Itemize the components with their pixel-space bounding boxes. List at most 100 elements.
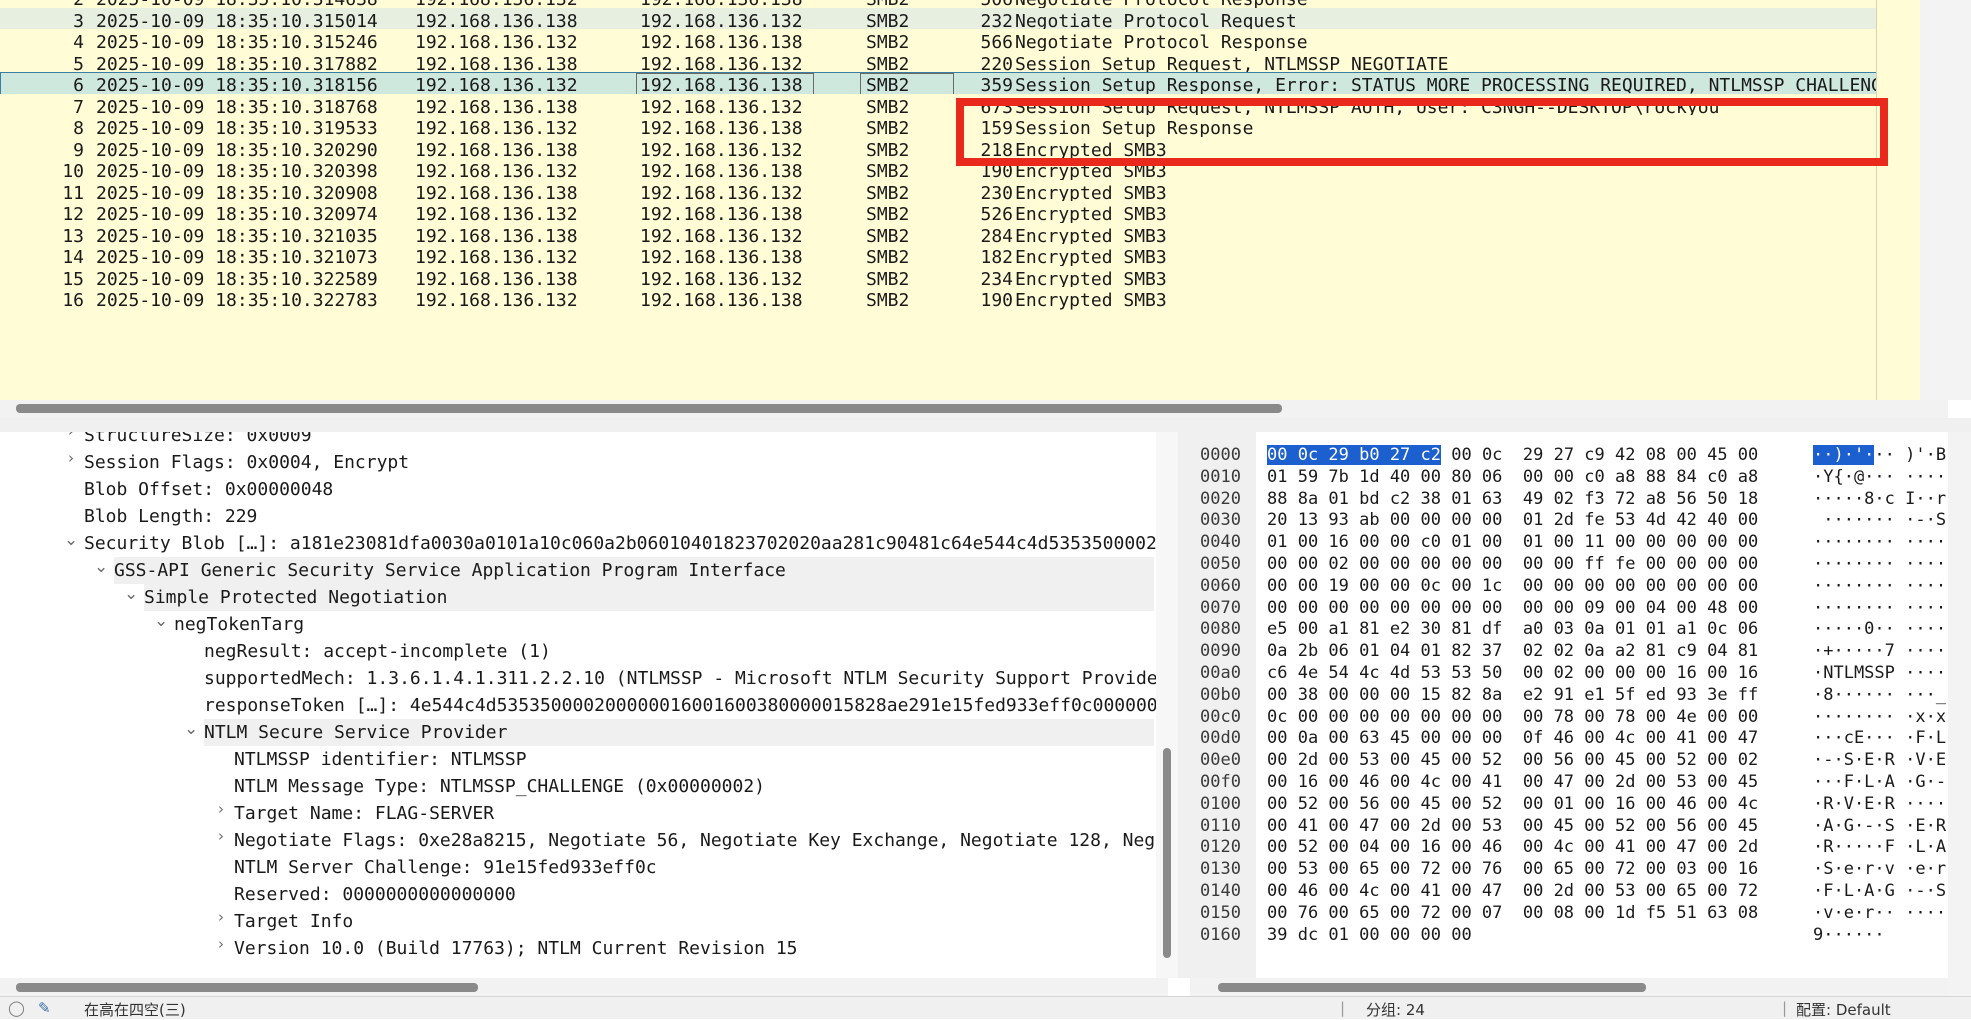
hex-ascii-row[interactable]: ·R·····F ·L·A [1813, 836, 1946, 858]
collapse-chevron-icon[interactable]: ⌄ [94, 557, 108, 584]
hex-bytes-row[interactable]: 00 38 00 00 00 15 82 8a e2 91 e1 5f ed 9… [1267, 684, 1758, 706]
hex-ascii-row[interactable]: ·A·G·-·S ·E·R [1813, 815, 1946, 837]
detail-tree-item[interactable]: Target Info [234, 908, 353, 935]
detail-tree-item[interactable]: Reserved: 0000000000000000 [234, 881, 516, 908]
hex-ascii-row[interactable]: ·v·e·r·· ······ [1813, 902, 1948, 924]
hex-bytes-row[interactable]: 00 41 00 47 00 2d 00 53 00 45 00 52 00 5… [1267, 815, 1758, 837]
hex-bytes-row[interactable]: 00 52 00 04 00 16 00 46 00 4c 00 41 00 4… [1267, 836, 1758, 858]
detail-tree-item[interactable]: StructureSize: 0x0009 [84, 432, 312, 449]
hex-ascii-row[interactable]: ········ ······ [1813, 575, 1948, 597]
detail-tree-item[interactable]: NTLM Secure Service Provider [204, 719, 1154, 746]
hex-bytes-row[interactable]: 0a 2b 06 01 04 01 82 37 02 02 0a a2 81 c… [1267, 640, 1758, 662]
packet-list-horizontal-scrollbar[interactable] [0, 400, 1948, 418]
detail-tree-item[interactable]: NTLM Message Type: NTLMSSP_CHALLENGE (0x… [234, 773, 765, 800]
expand-chevron-icon[interactable]: › [64, 449, 78, 476]
hex-bytes-row[interactable]: 20 13 93 ab 00 00 00 00 01 2d fe 53 4d 4… [1267, 509, 1758, 531]
hex-ascii-row[interactable]: ·+·····7 ······ [1813, 640, 1948, 662]
hex-ascii-row[interactable]: ·F·L·A·G ·-·S [1813, 880, 1946, 902]
hex-bytes-row[interactable]: 01 00 16 00 00 c0 01 00 01 00 11 00 00 0… [1267, 531, 1758, 553]
hex-bytes-row[interactable]: 00 53 00 65 00 72 00 76 00 65 00 72 00 0… [1267, 858, 1758, 880]
hex-offset: 00a0 [1200, 663, 1241, 683]
hex-bytes-row[interactable]: 00 2d 00 53 00 45 00 52 00 56 00 45 00 5… [1267, 749, 1758, 771]
hex-bytes-row[interactable]: 0c 00 00 00 00 00 00 00 00 78 00 78 00 4… [1267, 706, 1758, 728]
packet-details-tree[interactable]: ›StructureSize: 0x0009›Session Flags: 0x… [0, 432, 1168, 978]
hex-ascii-row[interactable]: ········ ·x·x [1813, 706, 1946, 728]
detail-tree-item[interactable]: Security Blob […]: a181e23081dfa0030a010… [84, 530, 1168, 557]
packet-list[interactable]: 22025-10-09 18:35:10.314638192.168.136.1… [0, 0, 1920, 400]
status-bar: ◯ ✎ 在高在四空(三) | 分组: 24 | 配置: Default [0, 996, 1971, 1019]
hex-ascii-row[interactable]: ·····8·c I··r [1813, 488, 1946, 510]
detail-tree-item[interactable]: Negotiate Flags: 0xe28a8215, Negotiate 5… [234, 827, 1166, 854]
hex-bytes-row[interactable]: 00 46 00 4c 00 41 00 47 00 2d 00 53 00 6… [1267, 880, 1758, 902]
detail-tree-item[interactable]: Blob Length: 229 [84, 503, 257, 530]
hex-ascii-row[interactable]: ········ ······ [1813, 597, 1948, 619]
hex-ascii-row[interactable]: ·8······ ···_ [1813, 684, 1946, 706]
hex-bytes-row[interactable]: 00 76 00 65 00 72 00 07 00 08 00 1d f5 5… [1267, 902, 1758, 924]
status-profile[interactable]: 配置: Default [1796, 999, 1891, 1020]
hex-ascii-row[interactable]: ·Y{·@··· ······ [1813, 466, 1948, 488]
hex-ascii-row[interactable]: ······· ·-·S [1813, 509, 1946, 531]
collapse-chevron-icon[interactable]: ⌄ [184, 719, 198, 746]
collapse-chevron-icon[interactable]: ⌄ [64, 530, 78, 557]
hex-offset: 00c0 [1200, 706, 1241, 727]
packet-list-vertical-scrollbar[interactable] [1876, 0, 1920, 400]
hex-ascii-row[interactable]: ·R·V·E·R ····· [1813, 793, 1948, 815]
hex-bytes-row[interactable]: 01 59 7b 1d 40 00 80 06 00 00 c0 a8 88 8… [1267, 466, 1758, 488]
hex-ascii-row[interactable]: ·-·S·E·R ·V·E [1813, 749, 1946, 771]
collapse-chevron-icon[interactable]: ⌄ [124, 584, 138, 611]
hex-bytes-row[interactable]: 00 52 00 56 00 45 00 52 00 01 00 16 00 4… [1267, 793, 1758, 815]
hex-ascii-row[interactable]: ········ ······ [1813, 531, 1948, 553]
packet-row[interactable]: 16 2025-10-09 18:35:10.322783 192.168.136.… [0, 287, 1878, 314]
packet-bytes-pane[interactable]: 0000 0010 0020 0030 0040 0050 0060 0070 0080 0090… [1190, 432, 1948, 978]
hex-bytes-row[interactable]: 00 00 19 00 00 0c 00 1c 00 00 00 00 00 0… [1267, 575, 1758, 597]
bytes-horizontal-scrollbar[interactable] [1190, 978, 1948, 996]
hex-bytes-row[interactable]: 00 00 02 00 00 00 00 00 00 00 ff fe 00 0… [1267, 553, 1758, 575]
detail-tree-item[interactable]: Blob Offset: 0x00000048 [84, 476, 333, 503]
capture-file-icon[interactable]: ✎ [38, 999, 51, 1017]
detail-tree-item[interactable]: Session Flags: 0x0004, Encrypt [84, 449, 409, 476]
pane-divider[interactable] [1178, 432, 1190, 978]
hex-ascii-row[interactable]: ·····0·· ······ [1813, 618, 1948, 640]
hex-ascii-row[interactable]: ·S·e·r·v ·e·r [1813, 858, 1946, 880]
hex-ascii-row[interactable]: 9······ [1813, 924, 1885, 946]
expand-chevron-icon[interactable]: › [64, 432, 78, 449]
expand-chevron-icon[interactable]: › [214, 800, 228, 827]
hex-bytes-row[interactable]: 00 16 00 46 00 4c 00 41 00 47 00 2d 00 5… [1267, 771, 1758, 793]
hex-bytes-row[interactable]: e5 00 a1 81 e2 30 81 df a0 03 0a 01 01 a… [1267, 618, 1758, 640]
selected-ascii[interactable]: ··)·'· [1813, 445, 1875, 465]
hex-bytes-row[interactable]: c6 4e 54 4c 4d 53 53 50 00 02 00 00 00 1… [1267, 662, 1758, 684]
detail-tree-item[interactable]: GSS-API Generic Security Service Applica… [114, 557, 1154, 584]
hex-ascii-row[interactable]: ········ ······ [1813, 553, 1948, 575]
expand-chevron-icon[interactable]: › [214, 827, 228, 854]
hex-ascii-row[interactable]: ··)·'··· )'·B [1813, 444, 1946, 466]
detail-tree-item[interactable]: Version 10.0 (Build 17763); NTLM Current… [234, 935, 798, 962]
detail-tree-item[interactable]: responseToken […]: 4e544c4d5353500002000… [204, 692, 1158, 719]
hex-bytes-row[interactable]: 39 dc 01 00 00 00 00 [1267, 924, 1472, 946]
status-ready-icon[interactable]: ◯ [8, 999, 25, 1017]
hex-bytes-row[interactable]: 88 8a 01 bd c2 38 01 63 49 02 f3 72 a8 5… [1267, 488, 1758, 510]
scrollbar-thumb[interactable] [1163, 748, 1171, 958]
scrollbar-thumb[interactable] [16, 404, 1282, 413]
details-vertical-scrollbar[interactable] [1156, 432, 1178, 978]
expand-chevron-icon[interactable]: › [214, 908, 228, 935]
scrollbar-thumb[interactable] [1218, 983, 1646, 992]
detail-tree-item[interactable]: Target Name: FLAG-SERVER [234, 800, 494, 827]
hex-ascii-row[interactable]: ···cE··· ·F·L [1813, 727, 1946, 749]
selected-bytes[interactable]: 00 0c 29 b0 27 c2 [1267, 445, 1441, 465]
expand-chevron-icon[interactable]: › [214, 935, 228, 962]
detail-tree-item[interactable]: negTokenTarg [174, 611, 304, 638]
pane-splitter[interactable] [0, 418, 1971, 432]
hex-ascii-row[interactable]: ·NTLMSSP ······ [1813, 662, 1948, 684]
details-horizontal-scrollbar[interactable] [0, 978, 1168, 996]
hex-bytes-row[interactable]: 00 00 00 00 00 00 00 00 00 00 09 00 04 0… [1267, 597, 1758, 619]
detail-tree-item[interactable]: negResult: accept-incomplete (1) [204, 638, 551, 665]
hex-bytes-row[interactable]: 00 0c 29 b0 27 c2 00 0c 29 27 c9 42 08 0… [1267, 444, 1758, 466]
scrollbar-thumb[interactable] [16, 983, 478, 992]
hex-ascii-row[interactable]: ···F·L·A ·G·- [1813, 771, 1946, 793]
collapse-chevron-icon[interactable]: ⌄ [154, 611, 168, 638]
hex-bytes-row[interactable]: 00 0a 00 63 45 00 00 00 0f 46 00 4c 00 4… [1267, 727, 1758, 749]
detail-tree-item[interactable]: NTLM Server Challenge: 91e15fed933eff0c [234, 854, 657, 881]
detail-tree-item[interactable]: supportedMech: 1.3.6.1.4.1.311.2.2.10 (N… [204, 665, 1168, 692]
detail-tree-item[interactable]: Simple Protected Negotiation [144, 584, 1154, 611]
detail-tree-item[interactable]: NTLMSSP identifier: NTLMSSP [234, 746, 527, 773]
